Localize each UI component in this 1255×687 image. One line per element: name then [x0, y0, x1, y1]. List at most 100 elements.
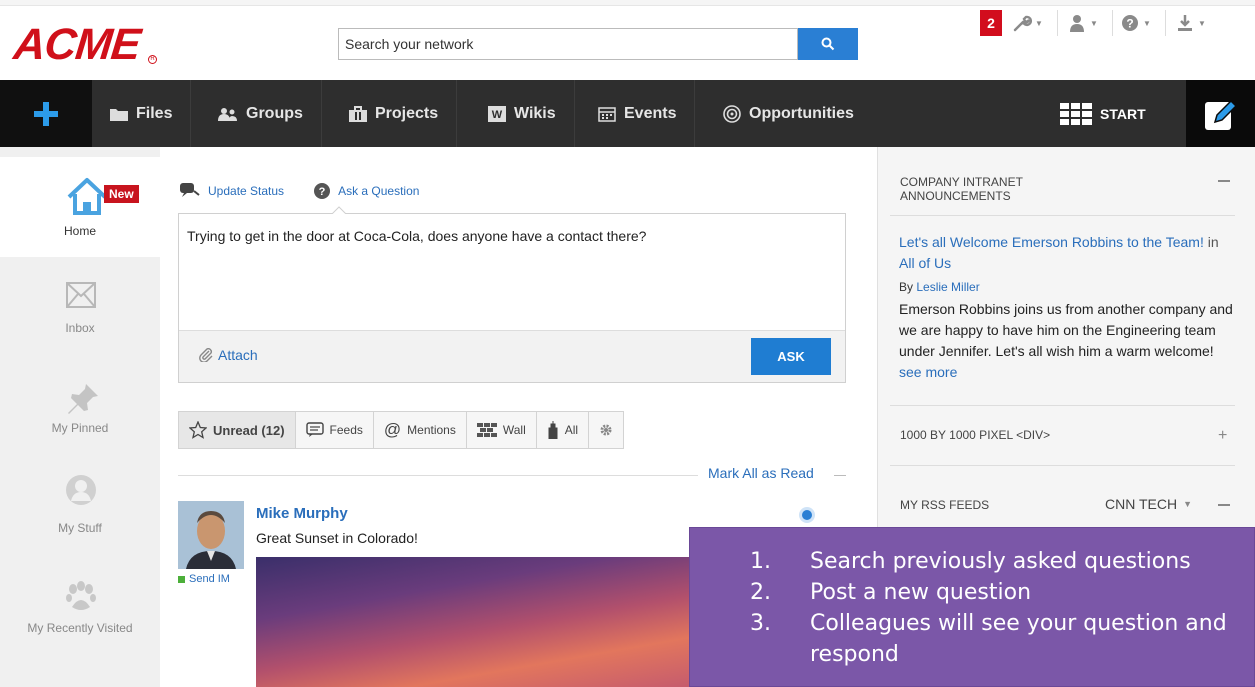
help-icon: ? [1122, 15, 1138, 31]
star-icon [189, 421, 207, 439]
svg-text:?: ? [1126, 17, 1133, 31]
tab-ask-question[interactable]: Ask a Question [338, 184, 419, 198]
nav-files-label: Files [136, 104, 173, 122]
sidebar-item-recently-visited-label: My Recently Visited [27, 621, 133, 635]
chat-bubble-icon [180, 183, 200, 197]
announcement-link[interactable]: Let's all Welcome Emerson Robbins to the… [899, 234, 1204, 250]
sidebar-item-inbox[interactable]: Inbox [0, 274, 160, 344]
divider [890, 405, 1235, 406]
avatar[interactable] [178, 501, 244, 569]
filter-mentions-label: Mentions [407, 423, 456, 437]
announcement-body: Emerson Robbins joins us from another co… [899, 299, 1234, 383]
tab-update-status[interactable]: Update Status [208, 184, 284, 198]
download-menu[interactable]: ▼ [1175, 10, 1206, 36]
folder-icon [110, 108, 128, 121]
sidebar-item-pinned[interactable]: My Pinned [0, 374, 160, 444]
profile-menu[interactable]: ▼ [1067, 10, 1098, 36]
tools-menu[interactable]: ▼ [1012, 10, 1043, 36]
filter-feeds-label: Feeds [329, 423, 363, 437]
home-icon [67, 178, 107, 215]
announcements-title: COMPANY INTRANET ANNOUNCEMENTS [900, 175, 1023, 203]
nav-groups[interactable]: Groups [200, 80, 322, 147]
step-text: Search previously asked questions [810, 549, 1191, 574]
div-widget-title: 1000 BY 1000 PIXEL <DIV> [900, 428, 1051, 442]
collapse-icon[interactable] [1218, 180, 1230, 182]
edit-icon [1204, 99, 1237, 130]
announcement-group-link[interactable]: All of Us [899, 255, 951, 271]
filter-mentions[interactable]: @ Mentions [374, 412, 467, 448]
instruction-callout: 1. Search previously asked questions 2. Po… [689, 527, 1255, 687]
question-composer: Trying to get in the door at Coca-Cola, … [178, 206, 846, 383]
download-icon [1178, 15, 1192, 31]
list-item: 3. Colleagues will see your question and … [750, 608, 1240, 670]
filter-wall[interactable]: Wall [467, 412, 537, 448]
divider [178, 475, 698, 476]
search-button[interactable] [798, 28, 858, 60]
top-strip [0, 0, 1255, 6]
paw-icon [66, 581, 96, 610]
composer-tabs: Update Status ? Ask a Question [180, 183, 419, 199]
notification-count-badge[interactable]: 2 [980, 10, 1002, 36]
new-badge: New [104, 185, 139, 203]
chevron-down-icon: ▼ [1143, 18, 1151, 28]
nav-projects[interactable]: Projects [331, 80, 458, 147]
help-menu[interactable]: ? ▼ [1120, 10, 1151, 36]
step-text: Colleagues will see your question and re… [810, 611, 1227, 667]
attach-link[interactable]: Attach [199, 347, 258, 363]
chevron-down-icon: ▼ [1198, 18, 1206, 28]
filter-unread[interactable]: Unread (12) [179, 412, 296, 448]
calendar-icon [598, 106, 616, 122]
post-image[interactable] [256, 557, 706, 687]
unread-indicator[interactable] [802, 510, 812, 520]
rss-feed-selected: CNN TECH [1105, 496, 1178, 512]
nav-events[interactable]: Events [580, 80, 696, 147]
compose-button[interactable] [1186, 80, 1255, 147]
create-new-button[interactable] [0, 80, 92, 147]
post-author-link[interactable]: Mike Murphy [256, 505, 348, 522]
announcement-author-link[interactable]: Leslie Miller [916, 280, 979, 294]
filter-unread-label: Unread (12) [213, 422, 285, 438]
start-button[interactable]: START [1060, 80, 1146, 147]
mark-all-row: Mark All as Read [178, 465, 846, 485]
filter-feeds[interactable]: Feeds [296, 412, 374, 448]
feed-filter-bar: Unread (12) Feeds @ Mentions Wall All [178, 411, 625, 449]
send-im-link[interactable]: Send IM [178, 573, 230, 585]
nav-groups-label: Groups [246, 104, 303, 122]
user-circle-icon [66, 475, 96, 505]
sidebar-item-home[interactable]: New Home [0, 157, 160, 257]
step-number: 2. [750, 580, 771, 605]
instruction-list: 1. Search previously asked questions 2. Po… [750, 546, 1240, 670]
step-number: 3. [750, 611, 771, 636]
ask-button[interactable]: ASK [751, 338, 831, 375]
collapse-icon[interactable] [1218, 504, 1230, 506]
search-input[interactable]: Search your network [338, 28, 798, 60]
at-icon: @ [383, 420, 402, 439]
search-icon [821, 37, 835, 51]
acme-logo[interactable]: ACME [11, 20, 142, 70]
wall-icon [476, 423, 497, 437]
mark-all-read-link[interactable]: Mark All as Read [708, 465, 814, 481]
nav-wikis[interactable]: W Wikis [470, 80, 575, 147]
groups-icon [218, 107, 237, 121]
see-more-link[interactable]: see more [899, 364, 957, 380]
question-textarea[interactable]: Trying to get in the door at Coca-Cola, … [187, 228, 646, 244]
chevron-down-icon: ▼ [1183, 499, 1192, 509]
filter-settings[interactable] [589, 412, 623, 448]
sidebar-item-my-stuff[interactable]: My Stuff [0, 469, 160, 544]
nav-files[interactable]: Files [92, 80, 192, 147]
rss-feed-select[interactable]: CNN TECH ▼ [1105, 496, 1192, 512]
step-number: 1. [750, 549, 771, 574]
nav-opportunities[interactable]: Opportunities [705, 80, 872, 147]
chevron-down-icon: ▼ [1090, 18, 1098, 28]
nav-opportunities-label: Opportunities [749, 104, 854, 122]
feed-icon [305, 422, 324, 437]
announcement-headline: Let's all Welcome Emerson Robbins to the… [899, 232, 1219, 274]
nav-wikis-label: Wikis [514, 104, 556, 122]
building-icon [548, 421, 558, 439]
filter-all[interactable]: All [537, 412, 590, 448]
wiki-icon: W [488, 105, 506, 122]
online-status-icon [178, 575, 185, 583]
sidebar-item-recently-visited[interactable]: My Recently Visited [0, 577, 160, 647]
expand-plus-icon[interactable]: + [1218, 427, 1227, 445]
nav-events-label: Events [624, 104, 677, 122]
